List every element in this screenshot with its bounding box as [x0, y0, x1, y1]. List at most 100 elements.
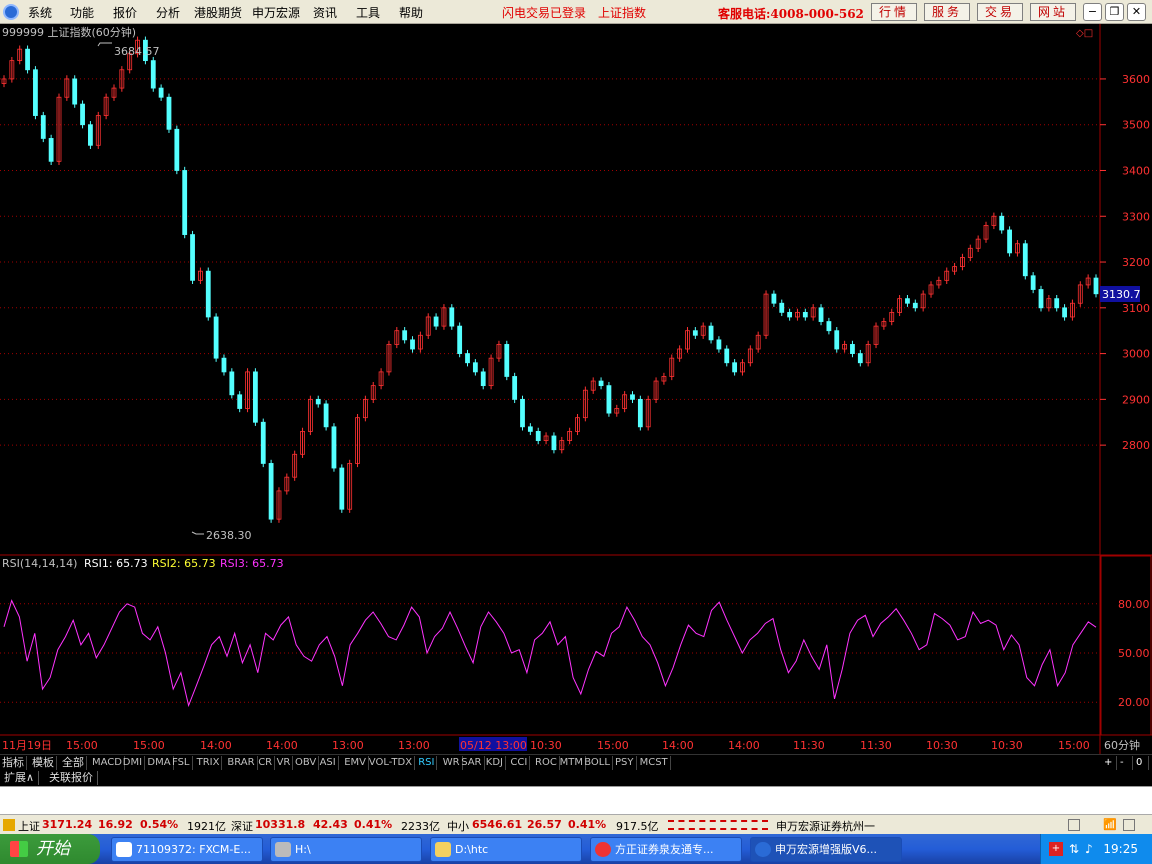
indicator-tab-fsl[interactable]: FSL [170, 756, 193, 770]
service-hotline: 客服电话:4008-000-562 [718, 7, 864, 21]
system-tray: + ⇅ ♪ 19:25 [1040, 834, 1152, 864]
date-tick-label: 15:00 [133, 739, 165, 752]
high-price-label: 3684.57 [114, 45, 160, 58]
candle-body [1022, 243, 1028, 277]
candle-body [551, 435, 557, 451]
indicator-tab-macd[interactable]: MACD [90, 756, 125, 770]
indicator-tab-全部[interactable]: 全部 [60, 756, 87, 770]
candle-body [410, 339, 415, 350]
menu-help[interactable]: 帮助 [399, 4, 423, 21]
task-folder-htc[interactable]: D:\htc [430, 837, 582, 862]
website-button[interactable]: 网站 [1030, 3, 1076, 21]
candle-body [213, 316, 219, 359]
indicator-tab-brar[interactable]: BRAR [225, 756, 258, 770]
date-tick-label: 13:00 [332, 739, 364, 752]
indicator-tab-sar[interactable]: SAR [459, 756, 485, 770]
date-tick-label: 05/12 13:00 [460, 739, 527, 752]
zoom-in-button[interactable]: + [1102, 756, 1117, 770]
indicator-tab-asi[interactable]: ASI [318, 756, 339, 770]
rsi3-value: RSI3: 65.73 [220, 557, 284, 570]
expand-tab[interactable]: 扩展∧ [0, 771, 40, 785]
low-price-label: 2638.30 [206, 529, 252, 542]
task-swhy[interactable]: 申万宏源增强版V6... [750, 837, 902, 862]
tray-network-icon[interactable]: ⇅ [1069, 842, 1079, 856]
sh-change: 16.92 [98, 818, 133, 831]
candle-body [1038, 289, 1044, 309]
indicator-tab-kdj[interactable]: KDJ [484, 756, 507, 770]
quote-button[interactable]: 行情 [871, 3, 917, 21]
candle-body [1007, 229, 1012, 254]
indicator-tab-dmi[interactable]: DMI [121, 756, 146, 770]
indicator-tab-roc[interactable]: ROC [533, 756, 560, 770]
zoom-reset-button[interactable]: 0 [1134, 756, 1149, 770]
menu-swhy[interactable]: 申万宏源 [252, 4, 300, 21]
candle-body [905, 298, 910, 304]
candle-body [449, 307, 455, 327]
y-tick-label: 3300 [1122, 210, 1150, 223]
indicator-tab-mcst[interactable]: MCST [638, 756, 671, 770]
task-drive-h[interactable]: H:\ [270, 837, 422, 862]
indicator-tab-emv[interactable]: EMV [342, 756, 369, 770]
candle-body [158, 87, 164, 98]
date-tick-label: 15:00 [1058, 739, 1090, 752]
indicator-tab-模板[interactable]: 模板 [30, 756, 57, 770]
menu-system[interactable]: 系统 [28, 4, 52, 21]
rsi-y-tick-label: 50.00 [1118, 647, 1150, 660]
indicator-tab-rsi[interactable]: RSI [416, 756, 438, 770]
tray-app-icon[interactable]: + [1049, 842, 1063, 856]
start-button[interactable]: 开始 [0, 834, 100, 864]
candle-body [850, 344, 855, 354]
indicator-tab-vol-tdx[interactable]: VOL-TDX [367, 756, 416, 770]
date-tick-label: 14:00 [200, 739, 232, 752]
indicator-tab-trix[interactable]: TRIX [195, 756, 223, 770]
service-button[interactable]: 服务 [924, 3, 970, 21]
sz-value: 10331.8 [255, 818, 306, 831]
task-founder[interactable]: 方正证券泉友通专... [590, 837, 742, 862]
y-tick-label: 3200 [1122, 256, 1150, 269]
related-quote-tab[interactable]: 关联报价 [45, 771, 98, 785]
indicator-tab-cr[interactable]: CR [256, 756, 276, 770]
current-price-label: 3130.7 [1102, 288, 1141, 301]
fxcm-icon [116, 842, 132, 857]
trade-button[interactable]: 交易 [977, 3, 1023, 21]
menu-news[interactable]: 资讯 [313, 4, 337, 21]
candle-body [999, 215, 1005, 231]
info-panel [0, 786, 1152, 814]
indicator-tab-指标[interactable]: 指标 [0, 756, 27, 770]
indicator-tab-cci[interactable]: CCI [508, 756, 531, 770]
zoom-out-button[interactable]: - [1118, 756, 1133, 770]
indicator-tab-obv[interactable]: OBV [293, 756, 320, 770]
candle-body [268, 463, 274, 520]
candle-body [80, 103, 85, 126]
menu-function[interactable]: 功能 [70, 4, 94, 21]
windows-logo-icon [10, 841, 28, 857]
minimize-icon[interactable]: − [1083, 3, 1102, 21]
tray-volume-icon[interactable]: ♪ [1085, 842, 1093, 856]
close-icon[interactable]: ✕ [1127, 3, 1146, 21]
menu-tools[interactable]: 工具 [356, 4, 380, 21]
status-lock-icon [3, 819, 15, 831]
status-window-icon[interactable] [1068, 819, 1080, 831]
restore-icon[interactable]: ❐ [1105, 3, 1124, 21]
candle-body [402, 330, 408, 341]
candle-body [527, 426, 533, 432]
period-label[interactable]: 60分钟 [1104, 738, 1140, 752]
indicator-tab-vr[interactable]: VR [275, 756, 294, 770]
task-fxcm[interactable]: 71109372: FXCM-E... [111, 837, 263, 862]
extension-bar: 扩展∧ 关联报价 [0, 770, 1152, 786]
rsi1-value: RSI1: 65.73 [84, 557, 148, 570]
candle-body [48, 138, 54, 162]
candle-body [205, 270, 211, 318]
date-tick-label: 11:30 [860, 739, 892, 752]
indicator-tab-psy[interactable]: PSY [613, 756, 637, 770]
indicator-tab-boll[interactable]: BOLL [582, 756, 613, 770]
status-settings-icon[interactable] [1123, 819, 1135, 831]
chart-area[interactable]: 2800 2900 3000 3100 3200 3300 3400 3500 3600 20.… [0, 24, 1152, 754]
candle-body [237, 394, 243, 409]
menu-quote[interactable]: 报价 [113, 4, 137, 21]
candle-body [457, 325, 463, 354]
chart-options-icon[interactable]: ◇□ [1076, 28, 1093, 39]
menu-analysis[interactable]: 分析 [156, 4, 180, 21]
task-label: H:\ [295, 843, 311, 856]
menu-hk-futures[interactable]: 港股期货 [194, 4, 242, 21]
